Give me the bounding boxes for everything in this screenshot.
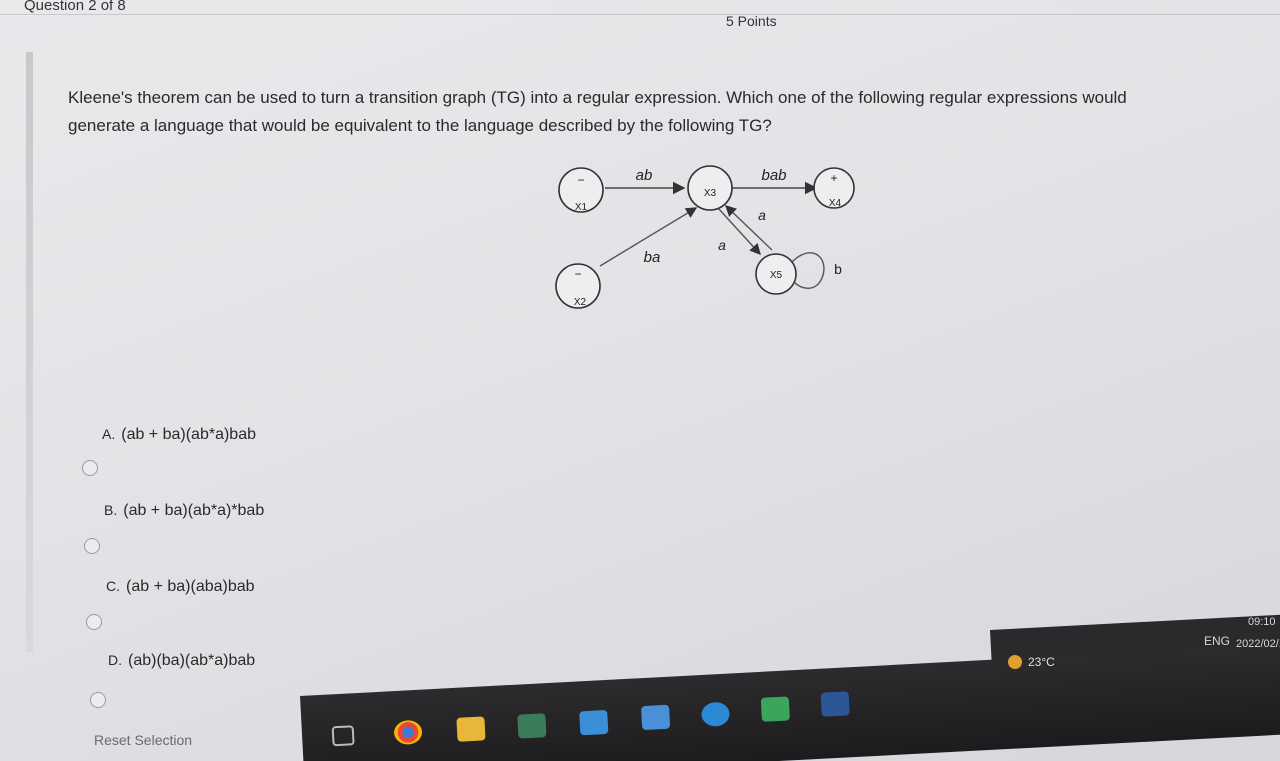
option-a[interactable]: A. (ab + ba)(ab*a)bab <box>102 426 256 444</box>
weather-widget[interactable]: 23°C <box>1008 655 1055 669</box>
edge-label-x3-x4: bab <box>761 167 786 184</box>
edge-label-x5-loop: b <box>834 261 842 277</box>
option-a-expr: (ab + ba)(ab*a)bab <box>121 426 256 443</box>
transition-graph: − X1 − X2 X3 + X4 X5 ab bab ba a a b <box>555 165 855 309</box>
option-c[interactable]: C. (ab + ba)(aba)bab <box>106 578 255 596</box>
state-x2-marker: − <box>574 267 581 281</box>
chrome-icon[interactable] <box>393 719 423 746</box>
edge-label-x3-x5: a <box>718 237 726 253</box>
edge-label-x1-x3: ab <box>636 167 653 184</box>
points-label: 5 Points <box>726 13 777 29</box>
edge-label-x5-x3: a <box>758 207 766 223</box>
mail-icon[interactable] <box>579 709 609 736</box>
option-a-radio[interactable] <box>82 460 98 476</box>
edge-icon[interactable] <box>700 701 731 727</box>
option-d-expr: (ab)(ba)(ab*a)bab <box>128 652 256 669</box>
edge-x5-loop <box>791 252 825 289</box>
state-x4-marker: + <box>830 171 837 185</box>
file-explorer-icon[interactable] <box>456 716 486 742</box>
question-counter: Question 2 of 8 <box>24 0 126 14</box>
word-icon[interactable] <box>820 691 850 717</box>
clock-date[interactable]: 2022/02/1 <box>1236 638 1280 650</box>
task-view-icon[interactable] <box>331 725 355 747</box>
option-b-expr: (ab + ba)(ab*a)*bab <box>123 502 265 519</box>
temperature: 23°C <box>1028 655 1055 669</box>
language-indicator[interactable]: ENG <box>1204 634 1230 648</box>
state-x2-label: X2 <box>574 297 587 308</box>
taskbar <box>300 643 1280 761</box>
sun-icon <box>1008 655 1022 669</box>
state-x1-label: X1 <box>575 202 588 213</box>
option-c-expr: (ab + ba)(aba)bab <box>126 578 255 595</box>
question-text: Kleene's theorem can be used to turn a t… <box>68 88 1127 135</box>
option-c-letter: C. <box>106 578 120 594</box>
option-d-radio[interactable] <box>90 692 106 708</box>
option-d[interactable]: D. (ab)(ba)(ab*a)bab <box>108 652 255 670</box>
reset-selection-link[interactable]: Reset Selection <box>94 732 192 748</box>
maps-icon[interactable] <box>760 696 790 722</box>
option-b[interactable]: B. (ab + ba)(ab*a)*bab <box>104 502 264 520</box>
option-d-letter: D. <box>108 652 122 668</box>
edge-label-x2-x3: ba <box>644 249 661 266</box>
option-c-radio[interactable] <box>86 614 102 630</box>
option-a-letter: A. <box>102 426 116 442</box>
option-b-letter: B. <box>104 502 118 518</box>
option-b-radio[interactable] <box>84 538 100 554</box>
state-x4-label: X4 <box>829 198 842 209</box>
state-x5-label: X5 <box>770 270 783 281</box>
calculator-icon[interactable] <box>517 713 547 739</box>
launcher-icon[interactable] <box>640 704 671 731</box>
clock-time[interactable]: 09:10 <box>1248 616 1276 628</box>
question-panel-accent <box>26 52 33 652</box>
state-x1-marker: − <box>577 173 584 187</box>
header-bar <box>0 0 1280 15</box>
state-x3-label: X3 <box>704 188 717 199</box>
